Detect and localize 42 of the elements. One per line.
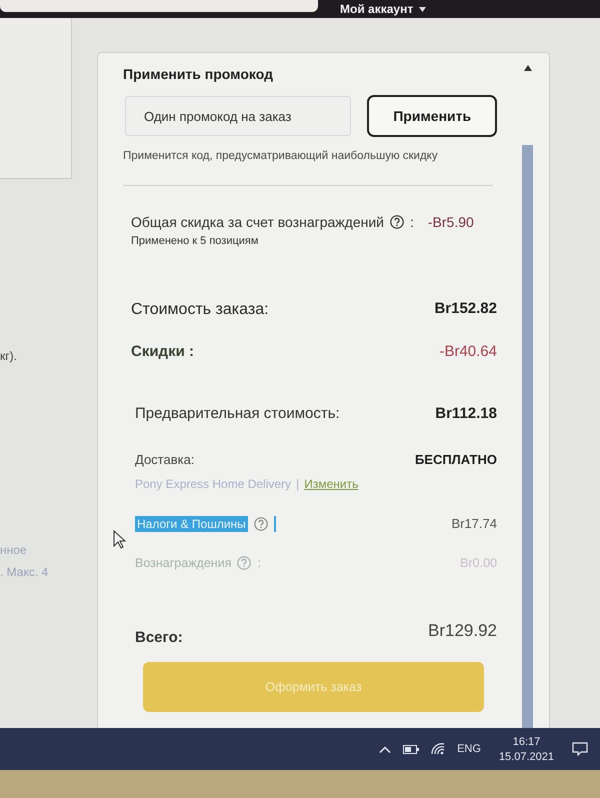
clock-date[interactable]: 15.07.2021 [498, 750, 554, 762]
language-indicator[interactable]: ENG [457, 743, 481, 755]
promo-title: Применить промокод [123, 65, 274, 83]
account-menu[interactable]: Мой аккаунт [340, 0, 426, 17]
apply-button[interactable]: Применить [367, 95, 497, 137]
total-value: Br129.92 [428, 620, 497, 642]
subtotal-label: Предварительная стоимость: [135, 404, 340, 423]
promo-code-field[interactable]: Один промокод на заказ [125, 96, 352, 136]
rewards-discount-value: -Br5.90 [428, 214, 474, 231]
colon-text: : [257, 556, 261, 571]
notification-icon[interactable] [572, 742, 588, 756]
discounts-label: Скидки : [131, 342, 194, 361]
battery-icon[interactable] [403, 744, 420, 754]
wifi-icon[interactable] [431, 743, 446, 755]
mouse-cursor-icon [113, 530, 126, 549]
order-cost-value: Br152.82 [434, 300, 497, 318]
delivery-label: Доставка: [135, 452, 194, 468]
side-text: нное [0, 543, 28, 557]
rewards-discount-label: Общая скидка за счет вознаграждений [131, 214, 384, 231]
chevron-up-icon[interactable] [379, 746, 392, 752]
rewards-label: Вознаграждения [135, 556, 232, 571]
total-label: Всего: [135, 629, 183, 648]
clock-time[interactable]: 16:17 [512, 736, 540, 748]
help-icon[interactable] [390, 215, 404, 230]
delivery-method: Pony Express Home Delivery [135, 476, 292, 491]
discounts-value: -Br40.64 [439, 342, 497, 361]
delivery-value: БЕСПЛАТНО [414, 452, 497, 468]
taxes-value: Br17.74 [451, 516, 497, 532]
input-field[interactable] [0, 0, 318, 12]
separator-text: | [296, 476, 300, 491]
side-text: кг). [0, 349, 18, 363]
scrollbar-thumb[interactable] [522, 145, 533, 728]
colon-text: : [410, 214, 414, 231]
side-text: . Макс. 4 [0, 565, 50, 579]
taxes-label: Налоги & Пошлины [135, 516, 248, 532]
rewards-note: Применено к 5 позициям [130, 234, 260, 248]
caret-icon [419, 6, 426, 12]
selection-handle [274, 516, 276, 532]
subtotal-value: Br112.18 [435, 404, 497, 423]
scroll-up-icon[interactable] [524, 65, 532, 71]
order-cost-label: Стоимость заказа: [131, 300, 269, 319]
promo-hint: Применится код, предусматривающий наибольшую скидку [123, 149, 439, 163]
